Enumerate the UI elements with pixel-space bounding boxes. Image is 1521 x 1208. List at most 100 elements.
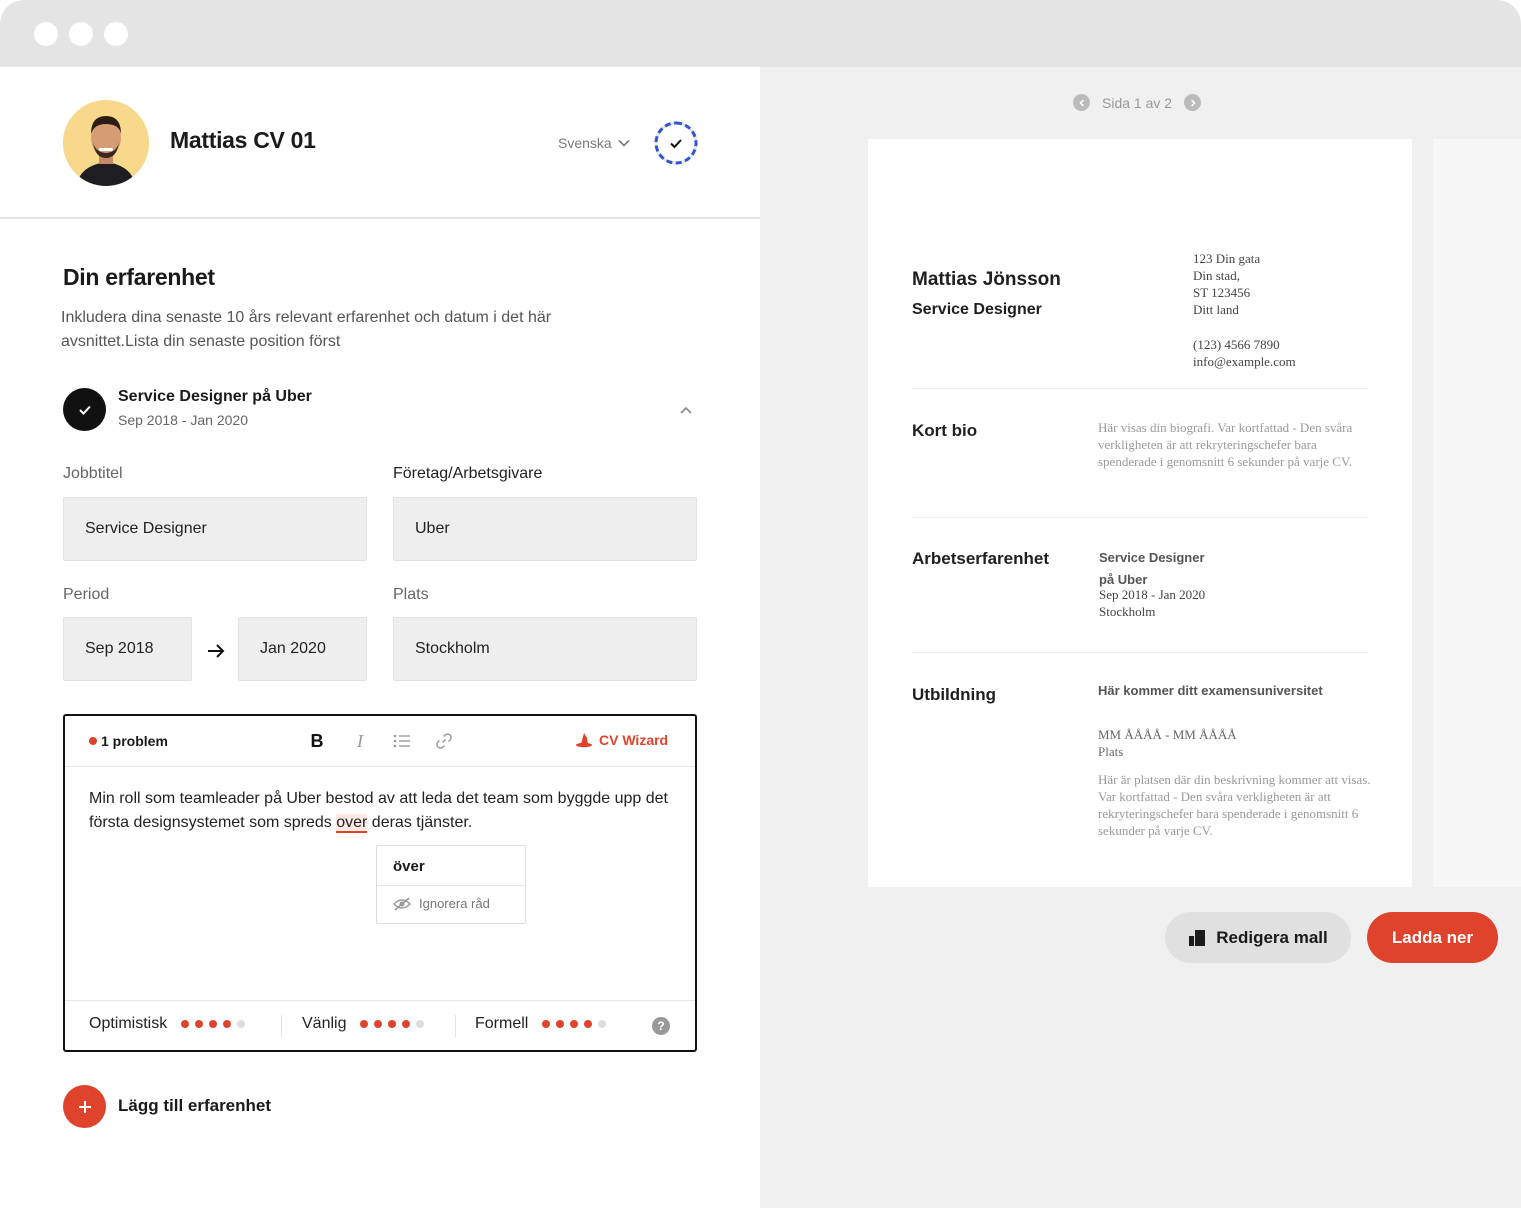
ignore-suggestion-button[interactable]: Ignorera råd <box>393 896 490 911</box>
person-portrait-icon <box>63 100 149 186</box>
checkmark-icon <box>78 405 91 415</box>
work-title-line: Service Designer <box>1099 550 1205 565</box>
address-line: 123 Din gata <box>1193 251 1261 266</box>
tone-formal: Formell <box>475 1015 607 1033</box>
problem-indicator[interactable]: 1 problem <box>89 733 168 749</box>
plus-icon <box>78 1100 91 1113</box>
page-indicator: Sida 1 av 2 <box>1102 94 1173 111</box>
editor-panel: Mattias CV 01 Svenska Din erfarenhet Ink… <box>0 67 760 1208</box>
period-label: Period <box>63 586 110 603</box>
education-school: Här kommer ditt examensuniversitet <box>1098 683 1323 698</box>
window-titlebar <box>0 0 1521 67</box>
work-dates: Sep 2018 - Jan 2020 <box>1099 587 1206 602</box>
language-label: Svenska <box>558 135 612 151</box>
address-line: ST 123456 <box>1193 285 1251 300</box>
section-title: Din erfarenhet <box>63 264 215 290</box>
progress-ring-icon <box>654 121 698 165</box>
help-icon[interactable]: ? <box>652 1017 670 1035</box>
cv-wizard-button[interactable]: CV Wizard <box>575 732 668 748</box>
rating-dot-empty <box>416 1020 425 1028</box>
cv-address: 123 Din gata Din stad, ST 123456 Ditt la… <box>1193 250 1393 318</box>
work-location: Stockholm <box>1099 604 1156 619</box>
tone-friendly: Vänlig <box>302 1015 425 1033</box>
previous-page-button[interactable] <box>1073 94 1090 111</box>
cv-wizard-label: CV Wizard <box>599 732 669 748</box>
bullet-list-button[interactable] <box>391 730 413 752</box>
window-maximize-dot[interactable] <box>104 22 128 46</box>
suggestion-word[interactable]: över <box>393 858 425 875</box>
chevron-down-icon <box>618 139 630 147</box>
section-divider <box>912 517 1368 518</box>
rating-dot-filled <box>195 1020 204 1028</box>
chevron-left-icon <box>1078 98 1084 107</box>
rating-dot-filled <box>542 1020 551 1028</box>
period-end-input[interactable]: Jan 2020 <box>238 617 367 681</box>
tone-label: Vänlig <box>302 1015 347 1032</box>
tone-rating <box>181 1020 246 1028</box>
education-description: Här är platsen där din beskrivning komme… <box>1098 772 1371 838</box>
problem-count: 1 problem <box>101 733 168 749</box>
wizard-hat-icon <box>576 733 592 748</box>
tone-rating <box>542 1020 607 1028</box>
section-description: Inkludera dina senaste 10 års relevant e… <box>61 309 552 350</box>
cv-name: Mattias Jönsson <box>912 269 1061 290</box>
add-experience-label[interactable]: Lägg till erfarenhet <box>118 1096 271 1116</box>
tone-divider <box>455 1015 456 1037</box>
section-divider <box>912 652 1368 653</box>
job-title-input[interactable]: Service Designer <box>63 497 367 561</box>
chevron-up-icon[interactable] <box>676 401 696 421</box>
window-close-dot[interactable] <box>34 22 58 46</box>
bullet-list-icon <box>393 734 410 748</box>
rating-dot-filled <box>181 1020 190 1028</box>
experience-complete-badge <box>63 388 106 431</box>
rating-dot-filled <box>388 1020 397 1028</box>
description-editor[interactable]: 1 problem B I CV Wizard Min roll som tea… <box>63 714 697 1052</box>
edit-template-label: Redigera mall <box>1216 927 1328 947</box>
description-text[interactable]: Min roll som teamleader på Uber bestod a… <box>89 787 679 835</box>
rating-dot-filled <box>374 1020 383 1028</box>
rating-dot-filled <box>209 1020 218 1028</box>
employer-input[interactable]: Uber <box>393 497 697 561</box>
location-label: Plats <box>393 586 429 603</box>
cv-role: Service Designer <box>912 301 1042 318</box>
education-dates: MM ÅÅÅÅ - MM ÅÅÅÅ <box>1098 727 1237 742</box>
period-start-input[interactable]: Sep 2018 <box>63 617 192 681</box>
editor-toolbar: 1 problem B I CV Wizard <box>65 716 695 767</box>
rating-dot-filled <box>223 1020 232 1028</box>
cv-email: info@example.com <box>1193 354 1296 369</box>
avatar[interactable] <box>63 100 149 186</box>
cv-page-preview: Mattias Jönsson Service Designer 123 Din… <box>868 139 1412 887</box>
misspelled-word[interactable]: over <box>336 814 368 833</box>
tone-bar: Optimistisk Vänlig Formell ? <box>65 1000 695 1050</box>
page-navigator: Sida 1 av 2 <box>1073 94 1202 111</box>
address-line: Ditt land <box>1193 302 1239 317</box>
window-minimize-dot[interactable] <box>69 22 93 46</box>
language-select[interactable]: Svenska <box>558 135 630 151</box>
section-divider <box>912 388 1368 389</box>
bio-heading: Kort bio <box>912 421 978 440</box>
arrow-right-icon <box>208 644 225 658</box>
education-location: Plats <box>1098 744 1124 759</box>
edit-template-button[interactable]: Redigera mall <box>1165 912 1351 963</box>
experience-title[interactable]: Service Designer på Uber <box>118 388 312 406</box>
tone-divider <box>281 1015 282 1037</box>
link-button[interactable] <box>433 730 455 752</box>
download-button[interactable]: Ladda ner <box>1367 912 1498 963</box>
education-meta: MM ÅÅÅÅ - MM ÅÅÅÅ Plats <box>1098 726 1298 760</box>
rating-dot-empty <box>598 1020 607 1028</box>
rating-dot-filled <box>570 1020 579 1028</box>
cv-contact: (123) 4566 7890 info@example.com <box>1193 336 1393 370</box>
italic-button[interactable]: I <box>349 730 371 752</box>
spelling-suggestion-popup: över Ignorera råd <box>376 845 526 924</box>
rating-dot-filled <box>556 1020 565 1028</box>
location-input[interactable]: Stockholm <box>393 617 697 681</box>
link-icon <box>436 733 452 749</box>
bold-button[interactable]: B <box>306 730 328 752</box>
suggestion-divider <box>377 885 525 886</box>
add-experience-button[interactable] <box>63 1085 106 1128</box>
work-heading: Arbetserfarenhet <box>912 549 1049 568</box>
next-page-button[interactable] <box>1184 94 1202 111</box>
chevron-right-icon <box>1190 98 1196 107</box>
preview-panel: Sida 1 av 2 Mattias Jönsson Service Desi… <box>760 67 1521 1208</box>
cv-title[interactable]: Mattias CV 01 <box>170 127 316 154</box>
